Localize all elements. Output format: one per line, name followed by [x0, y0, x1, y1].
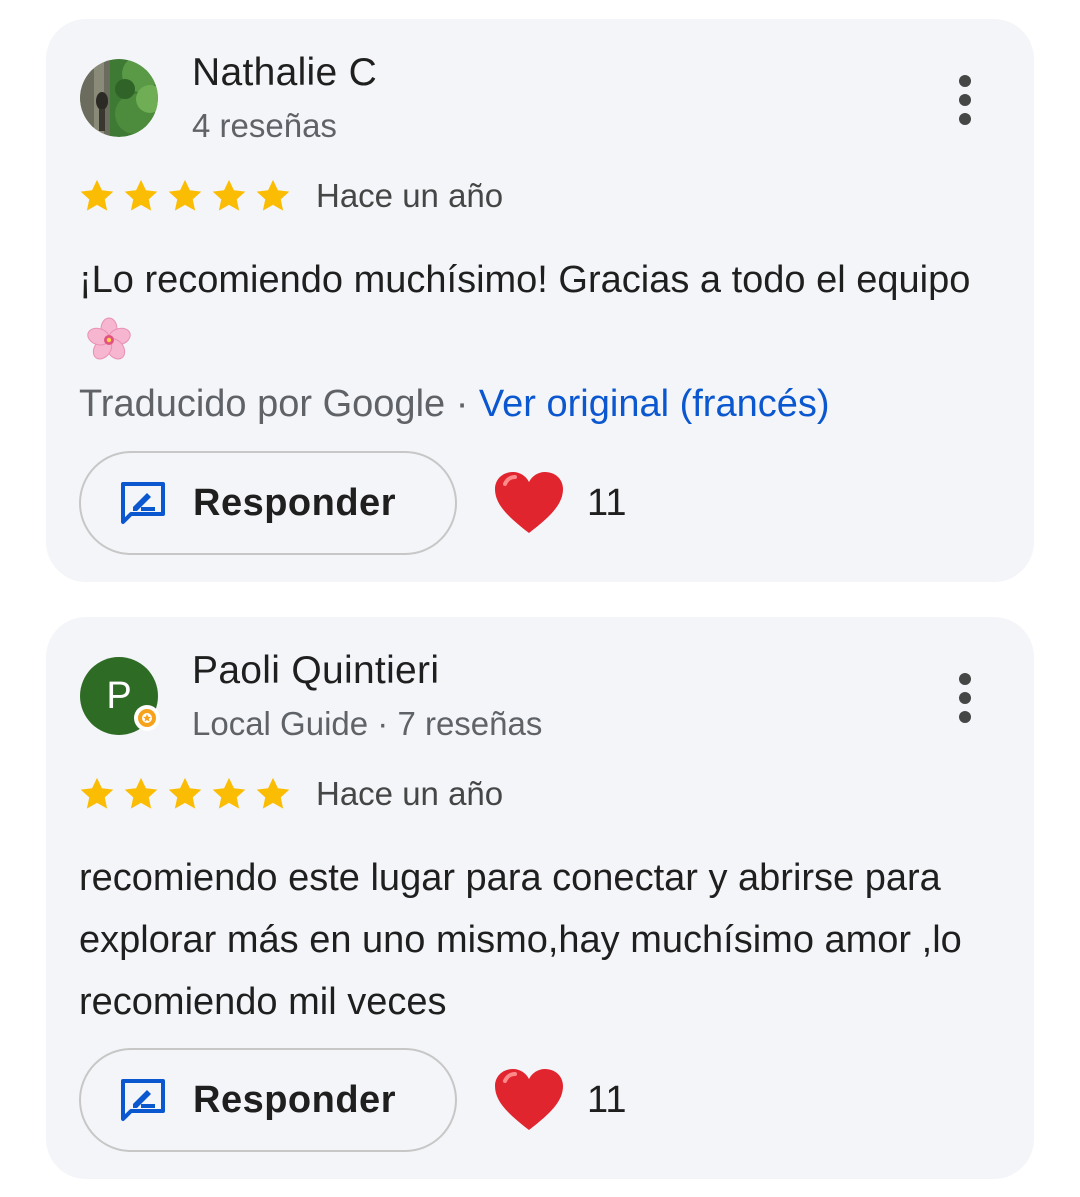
star-icon [168, 179, 202, 211]
review-text: recomiendo este lugar para conectar y ab… [79, 847, 999, 1033]
star-icon [168, 777, 202, 809]
separator: · [445, 383, 479, 425]
star-icon [212, 777, 246, 809]
author-name[interactable]: Nathalie C [192, 51, 377, 95]
review-text: ¡Lo recomiendo muchísimo! Gracias a todo… [79, 249, 999, 435]
reply-label: Responder [193, 1078, 396, 1121]
reply-icon [121, 1079, 165, 1121]
star-rating [78, 177, 292, 215]
reply-button[interactable]: Responder [79, 451, 457, 555]
star-icon [212, 179, 246, 211]
cherry-blossom-icon [87, 317, 131, 360]
review-card: Nathalie C 4 reseñas Hace un año ¡Lo rec… [46, 19, 1034, 582]
reply-icon [121, 482, 165, 524]
like-button[interactable]: 11 [493, 1067, 626, 1133]
review-count: Local Guide · 7 reseñas [192, 705, 543, 742]
review-date: Hace un año [316, 177, 504, 214]
like-count: 11 [587, 481, 627, 524]
star-icon [256, 179, 290, 211]
red-heart-icon [495, 472, 563, 533]
more-options-icon[interactable] [950, 673, 980, 723]
rating-row: Hace un año [78, 173, 503, 219]
avatar[interactable] [80, 59, 158, 137]
like-count: 11 [587, 1078, 627, 1121]
rating-row: Hace un año [78, 771, 503, 817]
star-icon [80, 777, 114, 809]
local-guide-badge-icon [134, 705, 160, 731]
like-button[interactable]: 11 [493, 470, 626, 536]
star-rating [78, 775, 292, 813]
review-card: P Paoli Quintieri Local Guide · 7 reseña… [46, 617, 1034, 1179]
translated-label: Traducido por Google [79, 383, 446, 425]
reply-label: Responder [193, 481, 396, 524]
reply-button[interactable]: Responder [79, 1048, 457, 1152]
avatar[interactable]: P [80, 657, 160, 735]
star-icon [256, 777, 290, 809]
review-actions: Responder 11 [79, 1048, 626, 1152]
review-date: Hace un año [316, 775, 504, 812]
review-body: ¡Lo recomiendo muchísimo! Gracias a todo… [79, 259, 971, 301]
view-original-link[interactable]: Ver original (francés) [479, 383, 830, 425]
review-body: recomiendo este lugar para conectar y ab… [79, 857, 962, 1023]
star-icon [124, 179, 158, 211]
review-actions: Responder 11 [79, 451, 626, 555]
profile-photo [80, 59, 158, 137]
author-name[interactable]: Paoli Quintieri [192, 649, 439, 693]
star-icon [80, 179, 114, 211]
translation-note: Traducido por Google · Ver original (fra… [79, 383, 830, 425]
more-options-icon[interactable] [950, 75, 980, 125]
red-heart-icon [495, 1069, 563, 1130]
star-icon [124, 777, 158, 809]
review-count: 4 reseñas [192, 107, 337, 144]
